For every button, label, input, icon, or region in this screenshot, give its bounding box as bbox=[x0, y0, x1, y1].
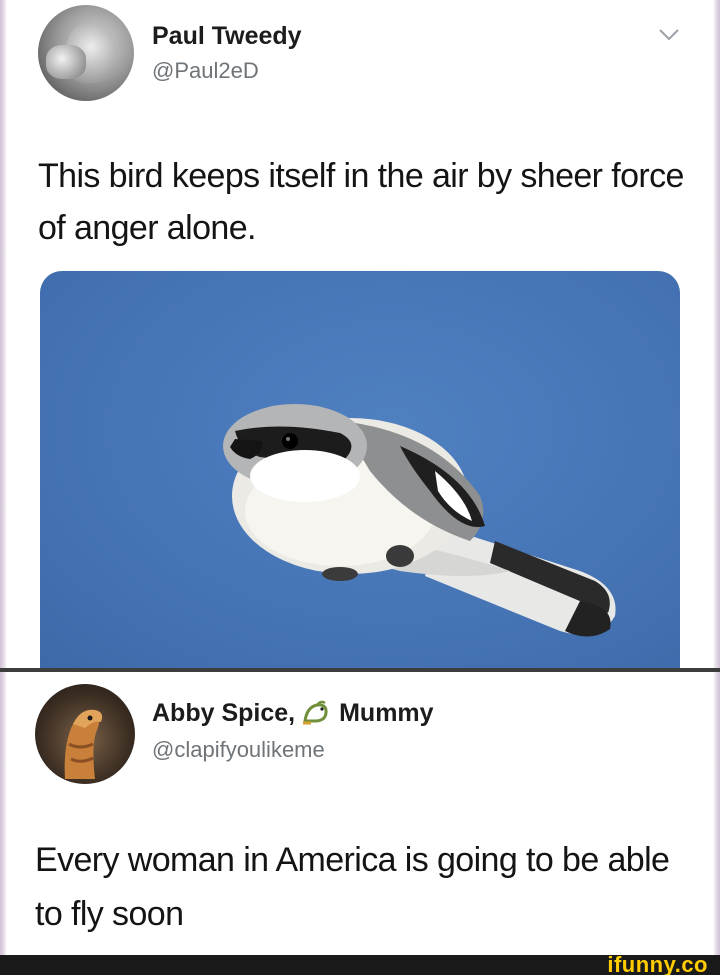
author-name[interactable]: Paul Tweedy bbox=[152, 22, 302, 51]
author-avatar[interactable] bbox=[35, 684, 135, 784]
chevron-down-icon[interactable] bbox=[658, 28, 680, 42]
lizard-avatar-icon bbox=[64, 709, 103, 779]
tweet-divider bbox=[0, 668, 720, 672]
tweet-text: This bird keeps itself in the air by she… bbox=[38, 157, 684, 247]
author-name-first: Abby Spice, bbox=[152, 699, 296, 727]
tweet-card-1: Paul Tweedy @Paul2eD This bird keeps its… bbox=[0, 0, 720, 668]
tweet-text: Every woman in America is going to be ab… bbox=[35, 841, 670, 933]
watermark-bar: ifunny.co bbox=[0, 952, 720, 975]
author-avatar[interactable] bbox=[38, 5, 134, 101]
author-name[interactable]: Abby Spice, Mummy bbox=[152, 699, 434, 728]
bird-illustration bbox=[223, 404, 616, 637]
meme-screenshot: Paul Tweedy @Paul2eD This bird keeps its… bbox=[0, 0, 720, 975]
avatar-hand bbox=[46, 45, 86, 79]
bird-photo[interactable] bbox=[40, 271, 680, 668]
author-handle[interactable]: @Paul2eD bbox=[152, 58, 259, 84]
dragon-emoji-icon bbox=[301, 699, 331, 725]
ifunny-watermark: ifunny.co bbox=[607, 952, 708, 975]
author-name-second: Mummy bbox=[339, 699, 434, 727]
author-handle[interactable]: @clapifyoulikeme bbox=[152, 737, 325, 763]
